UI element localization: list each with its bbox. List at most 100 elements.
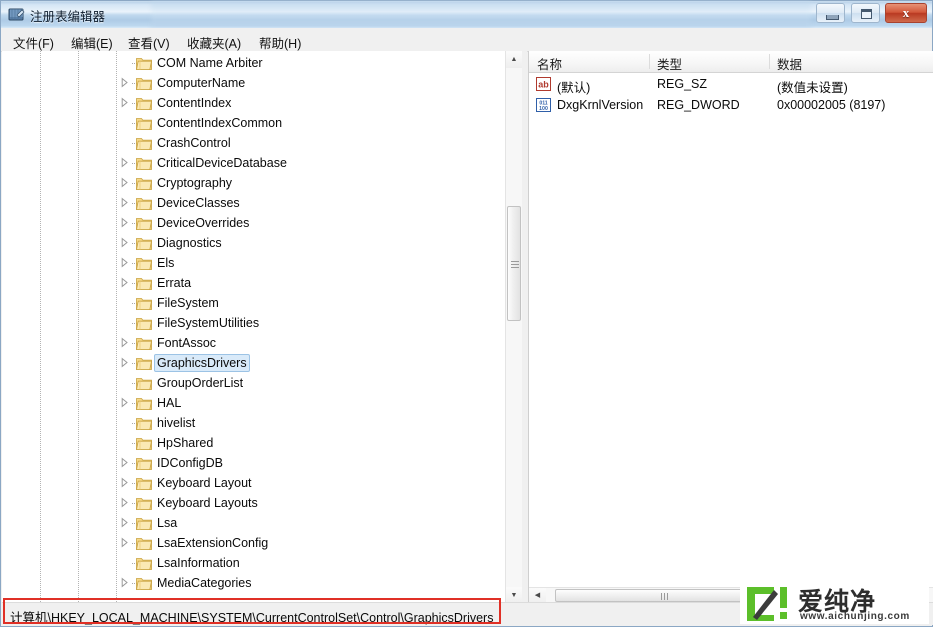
tree-item-filesystem[interactable]: FileSystem bbox=[2, 293, 507, 313]
tree-item-label: GroupOrderList bbox=[157, 376, 244, 390]
string-value-icon: ab bbox=[536, 77, 551, 91]
tree-item-label: Diagnostics bbox=[157, 236, 222, 250]
column-header-type[interactable]: 类型 bbox=[657, 54, 682, 73]
tree-expand-chevron-right-icon[interactable] bbox=[118, 516, 131, 529]
folder-icon bbox=[136, 276, 152, 290]
tree-expand-chevron-right-icon[interactable] bbox=[118, 476, 131, 489]
tree-expand-chevron-right-icon[interactable] bbox=[118, 496, 131, 509]
tree-expand-chevron-right-icon[interactable] bbox=[118, 196, 131, 209]
folder-icon bbox=[136, 376, 152, 390]
tree-item-keyboard-layouts[interactable]: Keyboard Layouts bbox=[2, 493, 507, 513]
values-column-header: 名称 类型 数据 bbox=[529, 51, 933, 73]
chevron-up-icon: ▲ bbox=[510, 56, 518, 63]
tree-item-label: Keyboard Layout bbox=[157, 476, 252, 490]
dword-value-icon: 011 100 bbox=[536, 98, 551, 112]
folder-icon bbox=[136, 196, 152, 210]
close-icon: x bbox=[902, 5, 910, 20]
window-title: 注册表编辑器 bbox=[30, 10, 106, 24]
tree-item-computername[interactable]: ComputerName bbox=[2, 73, 507, 93]
tree-item-label: Lsa bbox=[157, 516, 178, 530]
scroll-grip-line bbox=[511, 264, 519, 266]
tree-item-diagnostics[interactable]: Diagnostics bbox=[2, 233, 507, 253]
tree-expand-chevron-right-icon[interactable] bbox=[118, 76, 131, 89]
tree-scroll-thumb[interactable] bbox=[507, 206, 521, 321]
tree-expand-chevron-right-icon[interactable] bbox=[118, 336, 131, 349]
tree-expand-chevron-right-icon[interactable] bbox=[118, 176, 131, 189]
tree-item-lsaextensionconfig[interactable]: LsaExtensionConfig bbox=[2, 533, 507, 553]
menu-item-favorites[interactable]: 收藏夹(A) bbox=[183, 32, 245, 53]
tree-item-fontassoc[interactable]: FontAssoc bbox=[2, 333, 507, 353]
column-divider[interactable] bbox=[649, 54, 650, 69]
tree-expand-chevron-right-icon[interactable] bbox=[118, 256, 131, 269]
tree-item-criticaldevicedatabase[interactable]: CriticalDeviceDatabase bbox=[2, 153, 507, 173]
registry-path-text: 计算机\HKEY_LOCAL_MACHINE\SYSTEM\CurrentCon… bbox=[10, 611, 494, 625]
menu-item-file[interactable]: 文件(F) bbox=[9, 32, 58, 53]
registry-tree-pane[interactable]: COM Name Arbiter ComputerName ContentIndex… bbox=[2, 51, 522, 604]
registry-values-pane[interactable]: 名称 类型 数据 ab (默认) REG_SZ (数值未设置) 011 100 DxgKrn… bbox=[528, 51, 933, 604]
maximize-button[interactable] bbox=[850, 3, 880, 23]
tree-item-hivelist[interactable]: hivelist bbox=[2, 413, 507, 433]
pane-splitter[interactable] bbox=[522, 51, 527, 604]
folder-icon bbox=[136, 496, 152, 510]
tree-item-label: hivelist bbox=[157, 416, 196, 430]
tree-item-lsa[interactable]: Lsa bbox=[2, 513, 507, 533]
tree-item-lsainformation[interactable]: LsaInformation bbox=[2, 553, 507, 573]
value-row[interactable]: ab (默认) REG_SZ (数值未设置) bbox=[529, 74, 933, 95]
tree-item-deviceoverrides[interactable]: DeviceOverrides bbox=[2, 213, 507, 233]
tree-item-mediacategories[interactable]: MediaCategories bbox=[2, 573, 507, 593]
tree-item-com-name-arbiter[interactable]: COM Name Arbiter bbox=[2, 53, 507, 73]
tree-item-label: HAL bbox=[157, 396, 182, 410]
tree-scroll-up-button[interactable]: ▲ bbox=[506, 51, 522, 68]
column-header-data[interactable]: 数据 bbox=[777, 54, 802, 73]
folder-icon bbox=[136, 516, 152, 530]
tree-item-crashcontrol[interactable]: CrashControl bbox=[2, 133, 507, 153]
tree-item-hpshared[interactable]: HpShared bbox=[2, 433, 507, 453]
menu-item-view[interactable]: 查看(V) bbox=[124, 32, 174, 53]
tree-expand-chevron-right-icon[interactable] bbox=[118, 216, 131, 229]
tree-item-filesystemutilities[interactable]: FileSystemUtilities bbox=[2, 313, 507, 333]
tree-item-els[interactable]: Els bbox=[2, 253, 507, 273]
column-divider[interactable] bbox=[769, 54, 770, 69]
tree-vertical-scrollbar[interactable]: ▲ ▼ bbox=[505, 51, 522, 604]
column-header-name[interactable]: 名称 bbox=[537, 54, 562, 73]
tree-item-cryptography[interactable]: Cryptography bbox=[2, 173, 507, 193]
tree-item-label: FileSystem bbox=[157, 296, 219, 310]
tree-expand-chevron-right-icon[interactable] bbox=[118, 96, 131, 109]
tree-item-keyboard-layout[interactable]: Keyboard Layout bbox=[2, 473, 507, 493]
tree-expand-chevron-right-icon[interactable] bbox=[118, 156, 131, 169]
tree-expand-chevron-right-icon[interactable] bbox=[118, 356, 131, 369]
value-row[interactable]: 011 100 DxgKrnlVersion REG_DWORD 0x00002005 … bbox=[529, 95, 933, 116]
menu-item-edit[interactable]: 编辑(E) bbox=[67, 32, 117, 53]
folder-icon bbox=[136, 436, 152, 450]
folder-icon bbox=[136, 576, 152, 590]
tree-expand-chevron-right-icon[interactable] bbox=[118, 536, 131, 549]
menu-item-help[interactable]: 帮助(H) bbox=[255, 32, 305, 53]
tree-item-contentindexcommon[interactable]: ContentIndexCommon bbox=[2, 113, 507, 133]
tree-item-contentindex[interactable]: ContentIndex bbox=[2, 93, 507, 113]
close-button[interactable]: x bbox=[885, 3, 927, 23]
tree-item-grouporderlist[interactable]: GroupOrderList bbox=[2, 373, 507, 393]
scroll-grip-line bbox=[511, 267, 519, 269]
folder-icon bbox=[136, 476, 152, 490]
tree-expand-chevron-right-icon[interactable] bbox=[118, 576, 131, 589]
minimize-button[interactable] bbox=[816, 3, 846, 23]
tree-item-errata[interactable]: Errata bbox=[2, 273, 507, 293]
scroll-grip-line bbox=[663, 593, 665, 600]
folder-icon bbox=[136, 56, 152, 70]
tree-expand-chevron-right-icon[interactable] bbox=[118, 456, 131, 469]
tree-item-graphicsdrivers[interactable]: GraphicsDrivers bbox=[2, 353, 507, 373]
title-bar[interactable]: 注册表编辑器 x bbox=[1, 1, 932, 29]
folder-icon bbox=[136, 216, 152, 230]
registry-editor-window: 注册表编辑器 x 文件(F) 编辑(E) 查看(V) 收藏夹(A) 帮助(H) … bbox=[0, 0, 933, 627]
tree-item-hal[interactable]: HAL bbox=[2, 393, 507, 413]
value-name: (默认) bbox=[557, 81, 591, 95]
tree-expand-chevron-right-icon[interactable] bbox=[118, 396, 131, 409]
tree-item-deviceclasses[interactable]: DeviceClasses bbox=[2, 193, 507, 213]
tree-item-label: MediaCategories bbox=[157, 576, 252, 590]
tree-expand-chevron-right-icon[interactable] bbox=[118, 276, 131, 289]
value-type: REG_DWORD bbox=[657, 98, 740, 112]
maximize-icon bbox=[860, 9, 872, 19]
tree-expand-chevron-right-icon[interactable] bbox=[118, 236, 131, 249]
tree-item-label: Errata bbox=[157, 276, 192, 290]
tree-item-idconfigdb[interactable]: IDConfigDB bbox=[2, 453, 507, 473]
